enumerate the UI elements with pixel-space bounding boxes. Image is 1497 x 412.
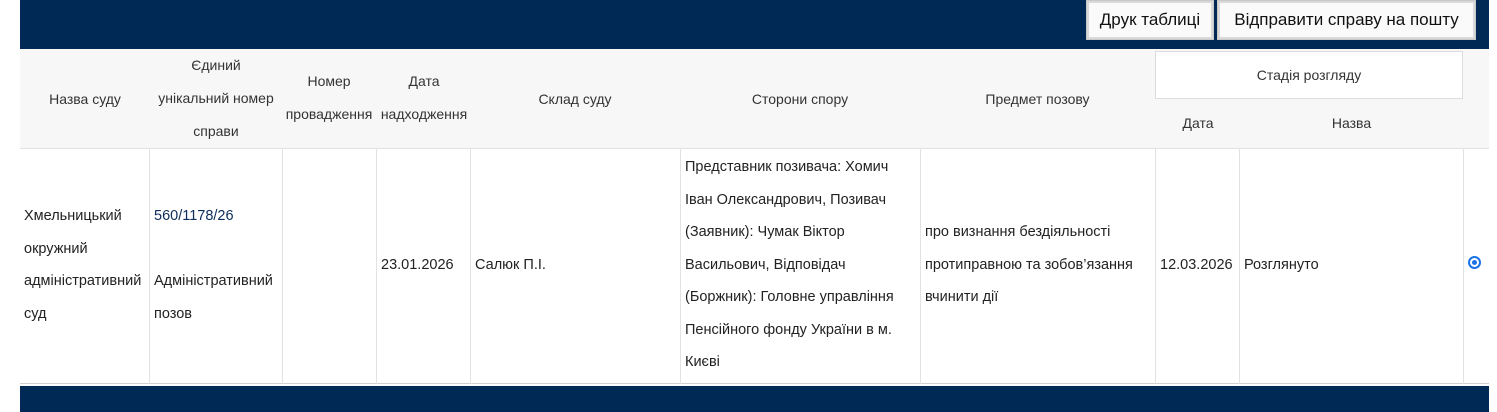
cell-parties-line: Пенсійного фонду України в м. [685, 322, 892, 338]
column-divider [1155, 148, 1156, 384]
column-divider [282, 148, 283, 384]
cell-parties-line: (Боржник): Головне управління [685, 289, 894, 305]
header-proceeding-line1: Номер [307, 73, 351, 89]
cell-composition: Салюк П.І. [475, 257, 546, 273]
column-divider [1463, 148, 1464, 384]
cell-parties-line: Києві [685, 354, 720, 370]
cell-parties-line: Представник позивача: Хомич [685, 159, 889, 175]
header-stage-date: Дата [1182, 115, 1214, 131]
header-case-number-line1: Єдиний [191, 57, 241, 73]
cell-court-line: адміністративний [24, 273, 142, 289]
header-case-number-line2: унікальний номер [158, 90, 274, 106]
bottom-bar [20, 386, 1489, 412]
cell-parties-line: Васильович, Відповідач [685, 257, 846, 273]
column-divider [376, 148, 377, 384]
cell-case-type-line: Адміністративний [154, 273, 273, 289]
header-subject: Предмет позову [985, 91, 1090, 107]
header-parties: Сторони спору [751, 91, 849, 107]
print-table-button[interactable]: Друк таблиці [1086, 0, 1214, 40]
cell-parties-line: (Заявник): Чумак Віктор [685, 224, 845, 240]
header-stage: Стадія розгляду [1155, 51, 1463, 99]
column-divider [1239, 148, 1240, 384]
column-divider [680, 148, 681, 384]
row-select-radio[interactable] [1468, 256, 1481, 269]
header-received-line1: Дата [408, 73, 440, 89]
cell-stage-name: Розглянуто [1244, 257, 1319, 273]
header-case-number-line3: справи [193, 123, 239, 139]
cell-court-line: окружний [24, 241, 88, 257]
cell-court-line: суд [24, 306, 47, 322]
cell-parties-line: Іван Олександрович, Позивач [685, 192, 887, 208]
column-divider [470, 148, 471, 384]
header-court-name: Назва суду [49, 91, 121, 107]
column-divider [920, 148, 921, 384]
header-received-line2: надходження [380, 106, 468, 122]
cell-case-number: 560/1178/26 [154, 208, 234, 224]
cell-court-line: Хмельницький [24, 208, 122, 224]
cell-subject-line: про визнання бездіяльності [925, 224, 1111, 240]
column-divider [149, 148, 150, 384]
cell-received-date: 23.01.2026 [381, 257, 454, 273]
header-stage-label: Стадія розгляду [1256, 67, 1362, 83]
header-composition: Склад суду [538, 91, 612, 107]
header-stage-name: Назва [1331, 115, 1372, 131]
header-proceeding-line2: провадження [285, 106, 373, 122]
send-case-email-button[interactable]: Відправити справу на пошту [1217, 0, 1476, 40]
cell-stage-date: 12.03.2026 [1160, 257, 1233, 273]
cell-subject-line: протиправною та зобов’язання [925, 257, 1133, 273]
cell-case-type-line: позов [154, 306, 193, 322]
cell-subject-line: вчинити дії [925, 289, 999, 305]
